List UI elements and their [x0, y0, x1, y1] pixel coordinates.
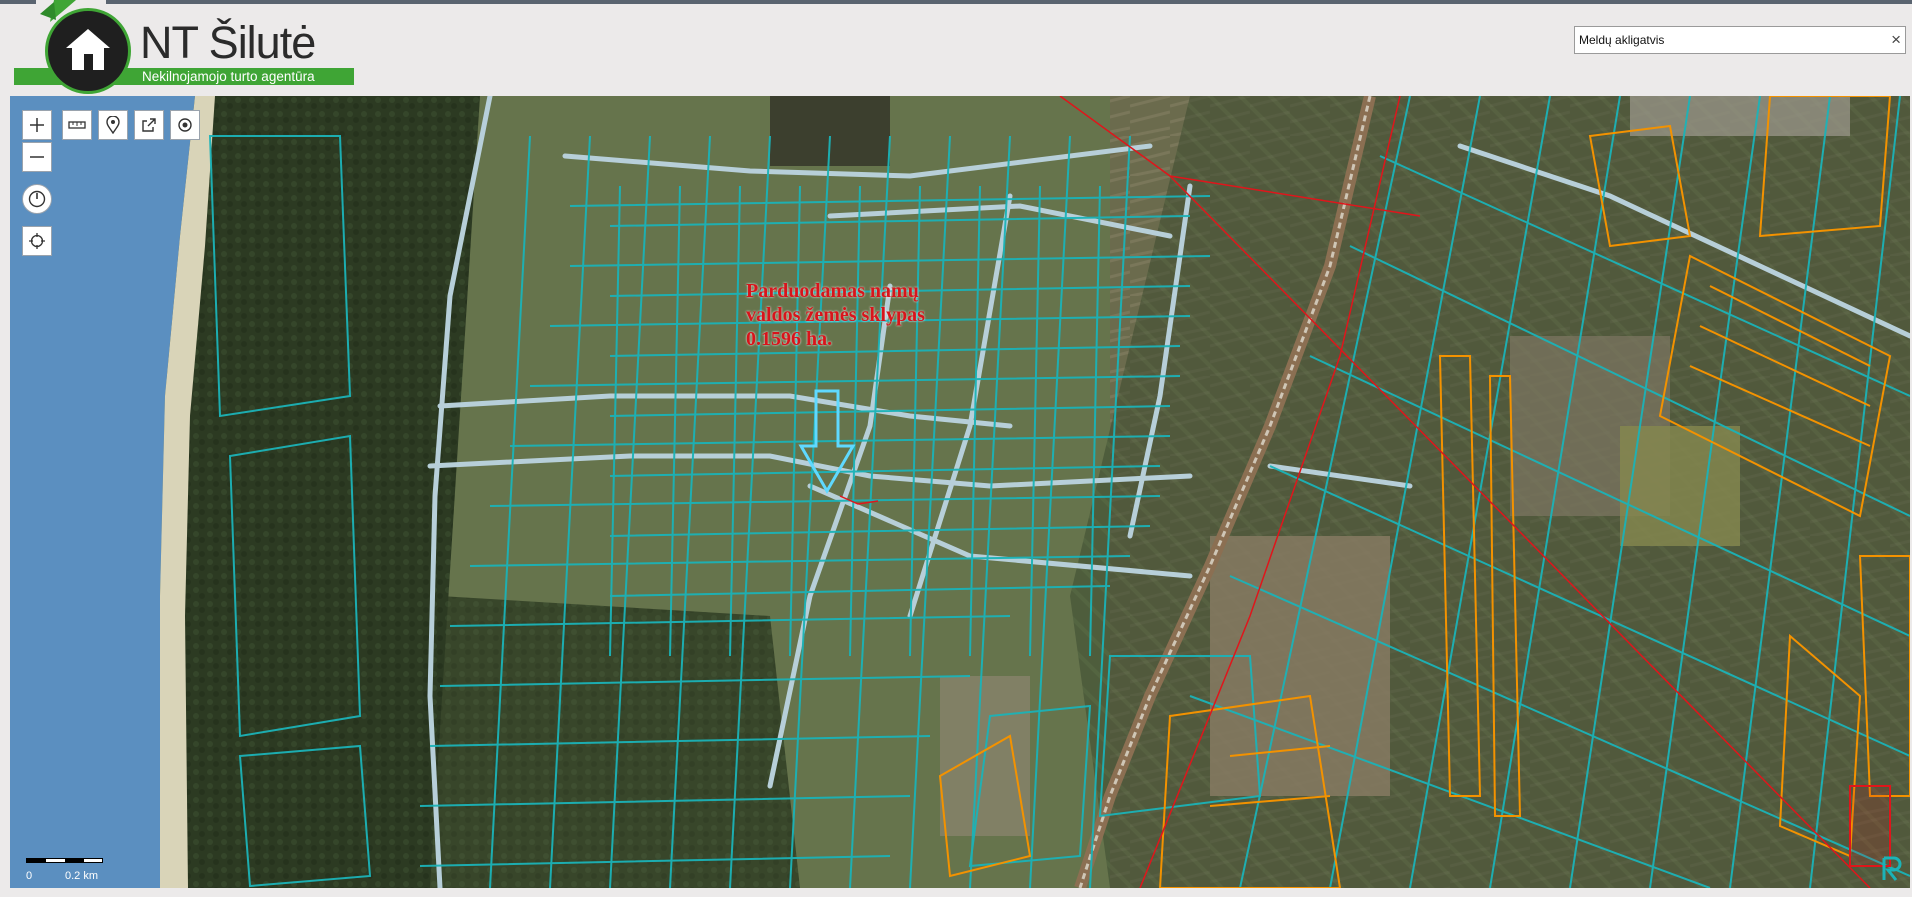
address-search[interactable]: × — [1574, 26, 1906, 54]
map-provider-logo-icon[interactable] — [1876, 854, 1904, 882]
location-button[interactable] — [170, 110, 200, 140]
scale-bar: 0 0.2 km — [26, 854, 136, 884]
ruler-icon — [68, 121, 86, 129]
map-imagery — [10, 96, 1910, 888]
crosshair-icon — [29, 233, 45, 249]
sale-annotation: Parduodamas namų valdos žemės sklypas 0.… — [746, 279, 925, 351]
address-search-input[interactable] — [1579, 30, 1879, 50]
share-button[interactable] — [134, 110, 164, 140]
locate-me-button[interactable] — [22, 226, 52, 256]
zoom-out-button[interactable] — [22, 142, 52, 172]
site-logo[interactable]: NT Šilutė Nekilnojamojo turto agentūra — [12, 0, 357, 94]
sale-annotation-line-2: valdos žemės sklypas — [746, 304, 925, 326]
target-icon — [178, 118, 192, 132]
marker-button[interactable] — [98, 110, 128, 140]
clear-search-icon[interactable]: × — [1891, 29, 1901, 51]
map-view[interactable]: Parduodamas namų valdos žemės sklypas 0.… — [10, 96, 1910, 888]
map-pin-icon — [106, 116, 120, 134]
zoom-in-button[interactable] — [22, 110, 52, 140]
share-icon — [142, 118, 156, 132]
measure-button[interactable] — [62, 110, 92, 140]
logo-title: NT Šilutė — [140, 17, 316, 68]
scale-bar-graphic — [26, 858, 103, 863]
scale-zero-label: 0 — [26, 870, 33, 882]
compass-icon — [28, 190, 46, 208]
compass-button[interactable] — [22, 184, 52, 214]
sale-annotation-line-3: 0.1596 ha. — [746, 328, 833, 350]
sale-annotation-line-1: Parduodamas namų — [746, 280, 919, 302]
house-icon — [66, 29, 110, 70]
logo-subtitle: Nekilnojamojo turto agentūra — [142, 69, 315, 84]
plus-icon — [30, 118, 44, 132]
minus-icon — [30, 156, 44, 158]
bottom-strip — [0, 888, 1912, 897]
scale-distance-label: 0.2 km — [65, 870, 99, 882]
